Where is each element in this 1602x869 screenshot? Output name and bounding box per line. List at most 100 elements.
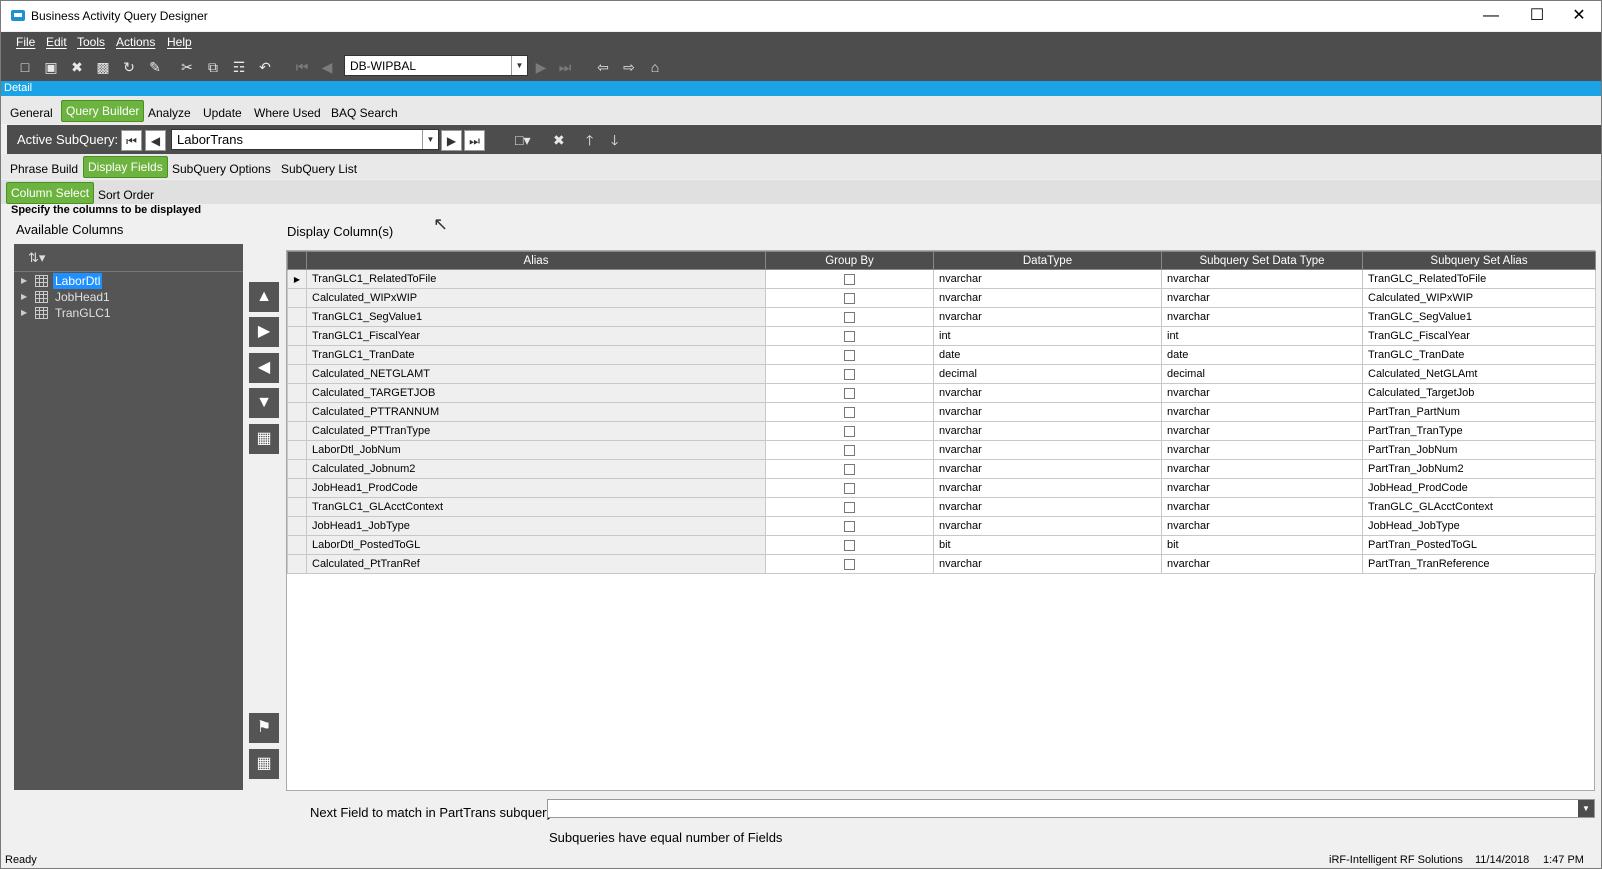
row-selector[interactable] <box>287 288 307 308</box>
expand-icon[interactable]: ▶ <box>21 305 27 321</box>
group-by-checkbox[interactable] <box>765 440 934 460</box>
cell-datatype[interactable]: nvarchar <box>933 497 1162 517</box>
row-selector[interactable] <box>287 554 307 574</box>
cell-alias[interactable]: TranGLC1_FiscalYear <box>306 326 766 346</box>
menu-tools[interactable]: Tools <box>77 35 105 49</box>
table-row[interactable]: ▶ TranGLC1_RelatedToFile nvarchar nvarchar T… <box>287 269 1596 289</box>
cell-subquery-set-data-type[interactable]: nvarchar <box>1161 269 1363 289</box>
next-subquery-button[interactable]: ▶ <box>441 130 462 151</box>
cell-subquery-set-alias[interactable]: Calculated_WIPxWIP <box>1362 288 1596 308</box>
cell-subquery-set-alias[interactable]: PartTran_TranReference <box>1362 554 1596 574</box>
tree-node-label[interactable]: TranGLC1 <box>53 305 113 321</box>
tab-subquery-list[interactable]: SubQuery List <box>277 159 361 179</box>
tab-baq-search[interactable]: BAQ Search <box>327 103 402 123</box>
checkbox[interactable] <box>844 425 855 437</box>
checkbox[interactable] <box>844 368 855 380</box>
previous-record-icon[interactable]: ◀ <box>318 58 336 76</box>
forward-icon[interactable]: ⇨ <box>620 58 638 76</box>
row-selector[interactable] <box>287 535 307 555</box>
menu-help[interactable]: Help <box>167 35 192 49</box>
cell-alias[interactable]: TranGLC1_GLAcctContext <box>306 497 766 517</box>
cell-alias[interactable]: Calculated_Jobnum2 <box>306 459 766 479</box>
cell-subquery-set-alias[interactable]: TranGLC_SegValue1 <box>1362 307 1596 327</box>
expand-icon[interactable]: ▶ <box>21 289 27 305</box>
cell-alias[interactable]: Calculated_WIPxWIP <box>306 288 766 308</box>
cell-subquery-set-alias[interactable]: PartTran_PartNum <box>1362 402 1596 422</box>
display-columns-grid[interactable]: Alias Group By DataType Subquery Set Dat… <box>286 250 1596 791</box>
group-by-checkbox[interactable] <box>765 478 934 498</box>
available-columns-tree[interactable]: ⇅▾ ▶ LaborDtl ▶ JobHead1 ▶ TranGLC1 <box>14 244 243 790</box>
row-selector[interactable] <box>287 345 307 365</box>
new-icon[interactable]: □ <box>16 58 34 76</box>
expand-icon[interactable]: ▶ <box>21 273 27 289</box>
row-selector[interactable] <box>287 307 307 327</box>
group-by-checkbox[interactable] <box>765 345 934 365</box>
tab-display-fields[interactable]: Display Fields <box>83 156 168 178</box>
table-row[interactable]: Calculated_PTTranType nvarchar nvarchar Par… <box>287 421 1596 441</box>
column-header-subquery-set-alias[interactable]: Subquery Set Alias <box>1362 251 1596 270</box>
group-by-checkbox[interactable] <box>765 421 934 441</box>
cell-datatype[interactable]: nvarchar <box>933 307 1162 327</box>
checkbox[interactable] <box>844 349 855 361</box>
row-selector[interactable] <box>287 459 307 479</box>
last-subquery-button[interactable]: ⏭ <box>464 130 485 151</box>
back-icon[interactable]: ⇦ <box>594 58 612 76</box>
cell-subquery-set-alias[interactable]: PartTran_TranType <box>1362 421 1596 441</box>
add-column-button[interactable]: ▶ <box>249 317 279 347</box>
cell-subquery-set-alias[interactable]: TranGLC_FiscalYear <box>1362 326 1596 346</box>
maximize-button[interactable]: ☐ <box>1514 1 1560 31</box>
checkbox[interactable] <box>844 520 855 532</box>
cell-datatype[interactable]: nvarchar <box>933 269 1162 289</box>
arrow-down-icon[interactable]: 🡓 <box>611 131 618 149</box>
table-row[interactable]: TranGLC1_FiscalYear int int TranGLC_FiscalY… <box>287 326 1596 346</box>
paste-icon[interactable]: ☶ <box>230 58 248 76</box>
row-selector[interactable] <box>287 497 307 517</box>
group-by-checkbox[interactable] <box>765 402 934 422</box>
checkbox[interactable] <box>844 482 855 494</box>
group-by-checkbox[interactable] <box>765 269 934 289</box>
tag-icon[interactable]: ⚑ <box>249 713 279 743</box>
cell-subquery-set-alias[interactable]: Calculated_NetGLAmt <box>1362 364 1596 384</box>
next-field-combo[interactable]: ▼ <box>547 799 1595 818</box>
checkbox[interactable] <box>844 311 855 323</box>
cell-datatype[interactable]: bit <box>933 535 1162 555</box>
cell-subquery-set-data-type[interactable]: nvarchar <box>1161 459 1363 479</box>
checkbox[interactable] <box>844 444 855 456</box>
row-selector[interactable] <box>287 383 307 403</box>
print-icon[interactable]: ▩ <box>94 58 112 76</box>
group-by-checkbox[interactable] <box>765 459 934 479</box>
table-row[interactable]: LaborDtl_JobNum nvarchar nvarchar PartTran_… <box>287 440 1596 460</box>
cell-datatype[interactable]: int <box>933 326 1162 346</box>
cell-subquery-set-data-type[interactable]: nvarchar <box>1161 440 1363 460</box>
cell-subquery-set-data-type[interactable]: bit <box>1161 535 1363 555</box>
delete-subquery-icon[interactable]: ✖ <box>553 131 565 149</box>
table-row[interactable]: Calculated_PtTranRef nvarchar nvarchar Part… <box>287 554 1596 574</box>
next-record-icon[interactable]: ▶ <box>532 58 550 76</box>
cell-subquery-set-data-type[interactable]: decimal <box>1161 364 1363 384</box>
new-subquery-icon[interactable]: □▾ <box>515 131 530 149</box>
cell-subquery-set-data-type[interactable]: date <box>1161 345 1363 365</box>
column-header-alias[interactable]: Alias <box>306 251 766 270</box>
table-row[interactable]: Calculated_NETGLAMT decimal decimal Calcula… <box>287 364 1596 384</box>
checkbox[interactable] <box>844 292 855 304</box>
cell-subquery-set-data-type[interactable]: int <box>1161 326 1363 346</box>
group-by-checkbox[interactable] <box>765 383 934 403</box>
group-by-checkbox[interactable] <box>765 497 934 517</box>
table-row[interactable]: JobHead1_ProdCode nvarchar nvarchar JobHead… <box>287 478 1596 498</box>
menu-edit[interactable]: Edit <box>46 35 67 49</box>
cell-subquery-set-alias[interactable]: JobHead_ProdCode <box>1362 478 1596 498</box>
row-selector[interactable] <box>287 516 307 536</box>
cell-datatype[interactable]: nvarchar <box>933 440 1162 460</box>
table-row[interactable]: Calculated_PTTRANNUM nvarchar nvarchar Part… <box>287 402 1596 422</box>
tree-node-label[interactable]: JobHead1 <box>53 289 112 305</box>
group-by-checkbox[interactable] <box>765 288 934 308</box>
chevron-down-icon[interactable]: ▼ <box>1578 800 1594 817</box>
checkbox[interactable] <box>844 558 855 570</box>
calculator-icon[interactable]: ▦ <box>249 424 279 454</box>
cell-subquery-set-data-type[interactable]: nvarchar <box>1161 478 1363 498</box>
row-selector[interactable] <box>287 478 307 498</box>
cell-subquery-set-data-type[interactable]: nvarchar <box>1161 288 1363 308</box>
previous-subquery-button[interactable]: ◀ <box>145 130 166 151</box>
cell-subquery-set-data-type[interactable]: nvarchar <box>1161 421 1363 441</box>
cell-alias[interactable]: JobHead1_ProdCode <box>306 478 766 498</box>
